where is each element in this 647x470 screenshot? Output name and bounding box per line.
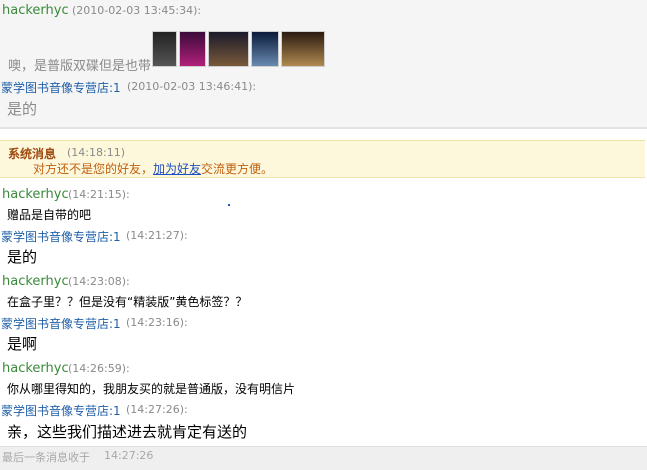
message-timestamp: (14:23:16):	[126, 316, 188, 329]
message-text: 是的	[7, 100, 38, 118]
sender-name-shop: 蒙学图书音像专营店:1	[1, 317, 121, 331]
last-message-time: 14:27:26	[104, 449, 154, 462]
message-timestamp: (14:26:59):	[68, 362, 130, 375]
last-message-label: 最后一条消息收于	[2, 451, 90, 464]
product-thumbnail[interactable]	[251, 31, 279, 67]
sender-name-customer: hackerhyc	[2, 361, 69, 376]
sender-name-customer: hackerhyc	[2, 187, 69, 202]
message-text: 是的	[7, 248, 38, 266]
sender-name-shop: 蒙学图书音像专营店:1	[1, 81, 121, 95]
message-text: 在盒子里？？但是没有“精装版”黄色标签？？	[7, 295, 248, 309]
message-text: 噢，是普版双碟但是也带	[8, 59, 152, 74]
product-thumbnail[interactable]	[179, 31, 206, 67]
add-friend-link[interactable]: 加为好友	[153, 162, 201, 176]
message-text: 赠品是自带的吧	[7, 208, 92, 222]
history-divider	[0, 127, 647, 129]
sender-name-customer: hackerhyc	[2, 274, 69, 289]
message-timestamp: (14:21:15):	[68, 188, 130, 201]
message-timestamp: (2010-02-03 13:46:41):	[127, 80, 257, 93]
message-timestamp: (14:23:08):	[68, 275, 130, 288]
system-message-time: (14:18:11)	[67, 146, 125, 159]
system-message-text: 对方还不是您的好友，	[33, 162, 154, 176]
system-message-line: 对方还不是您的好友，加为好友交流更方便。	[33, 160, 273, 177]
product-thumbnail[interactable]	[281, 31, 325, 67]
product-thumbnail[interactable]	[152, 31, 177, 67]
message-timestamp: (14:21:27):	[126, 229, 188, 242]
product-thumbnail[interactable]	[208, 31, 249, 67]
system-message-text: 交流更方便。	[201, 162, 274, 176]
message-text: 是啊	[7, 335, 38, 353]
message-timestamp: (14:27:26):	[126, 403, 188, 416]
stray-dot	[228, 204, 230, 206]
sender-name-customer: hackerhyc	[2, 3, 69, 18]
message-timestamp: (2010-02-03 13:45:34):	[72, 4, 202, 17]
message-text: 你从哪里得知的，我朋友买的就是普通版，没有明信片	[7, 382, 296, 396]
sender-name-shop: 蒙学图书音像专营店:1	[1, 230, 121, 244]
sender-name-shop: 蒙学图书音像专营店:1	[1, 404, 121, 418]
message-text: 亲，这些我们描述进去就肯定有送的	[7, 423, 248, 441]
last-message-status-bar	[0, 446, 647, 470]
